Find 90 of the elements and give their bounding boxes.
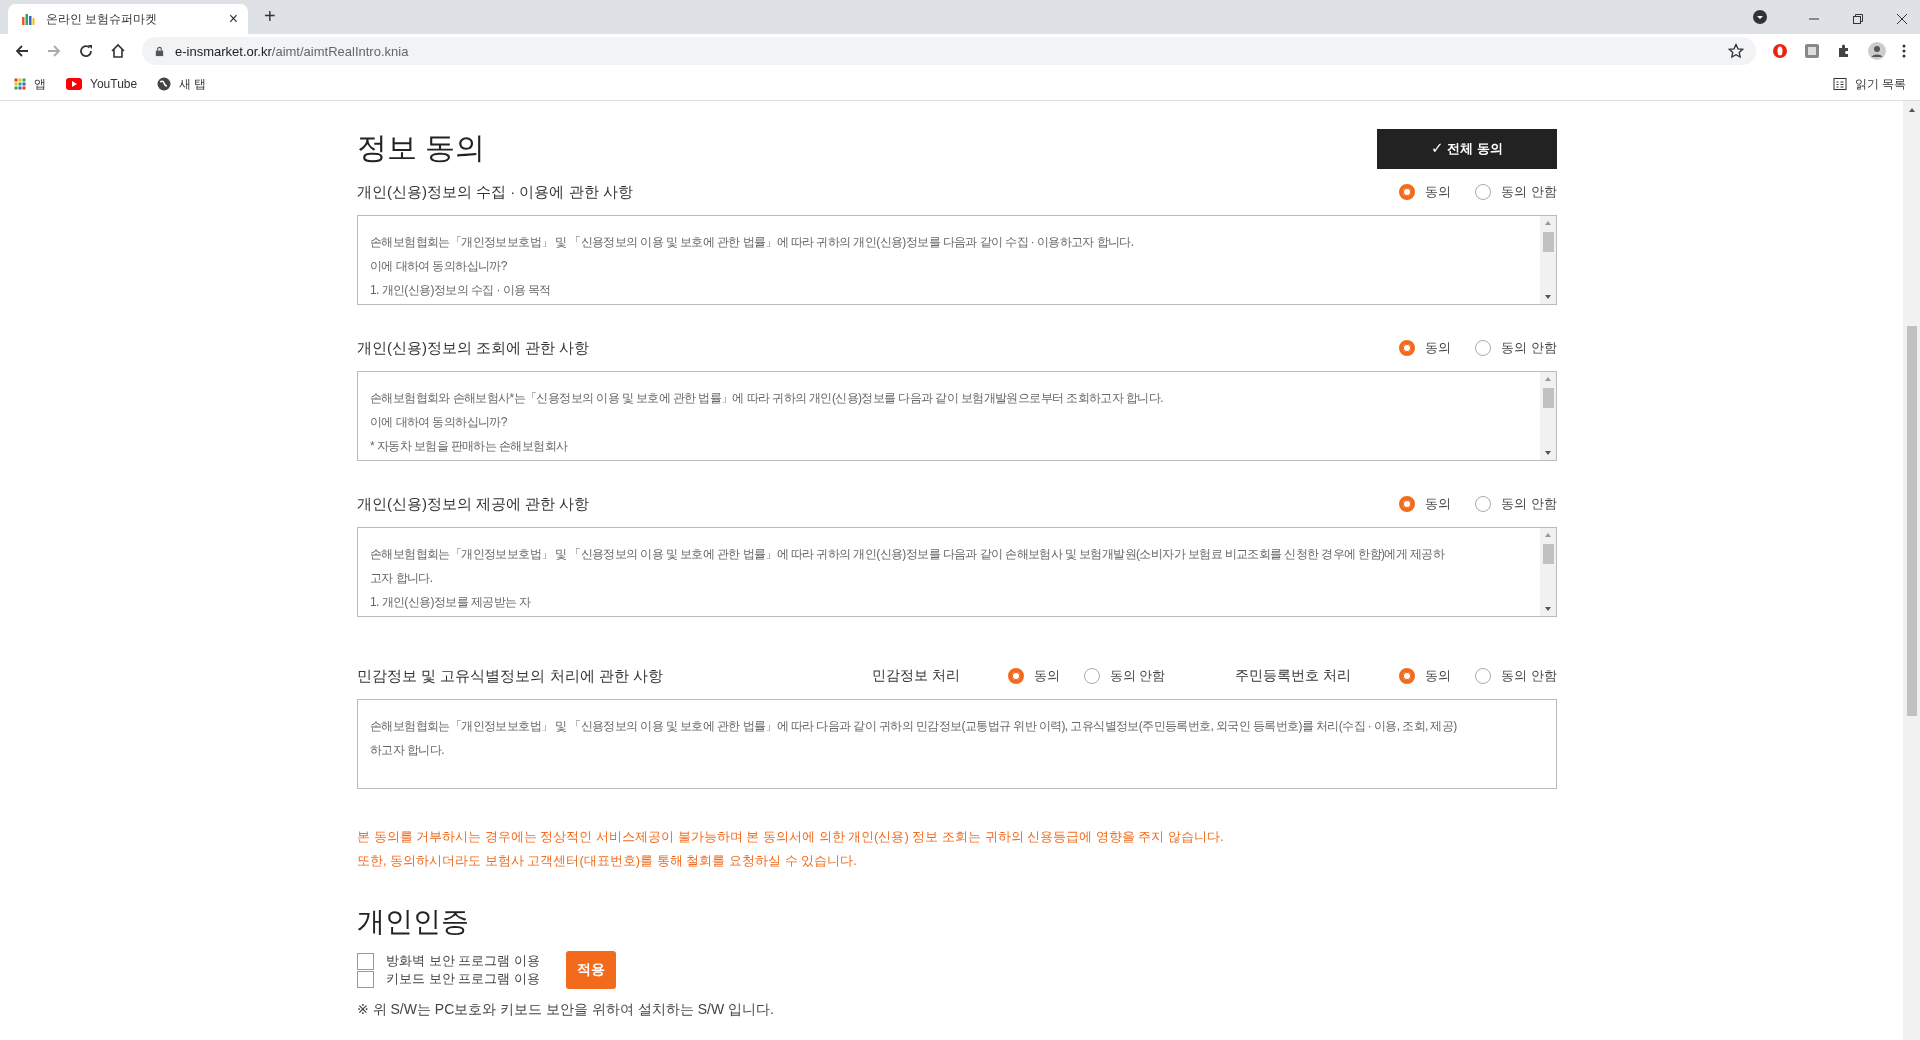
terms-text-line: 이에 대하여 동의하십니까? bbox=[370, 414, 507, 431]
radio-option[interactable]: 동의 bbox=[1399, 667, 1452, 685]
terms-text-line: 하고자 합니다. bbox=[370, 742, 444, 759]
bookmark[interactable]: YouTube bbox=[66, 77, 138, 91]
radio-unselected[interactable] bbox=[1083, 668, 1100, 684]
bookmark[interactable]: 앱 bbox=[14, 75, 46, 93]
radio-group-label: 주민등록번호 처리 bbox=[1235, 667, 1352, 685]
bars-logo-icon bbox=[20, 11, 36, 27]
close-tab-button[interactable]: × bbox=[228, 10, 238, 28]
terms-text-box[interactable]: 손해보험협회는「개인정보보호법」 및 「신용정보의 이용 및 보호에 관한 법률」에 따라 다음과 같이 귀하의 민감정보(교통법규 위반 이력), 고유식별정보(주민등록번호, 외국인 등록번호)를 처리(수집 · 이용, 조회, 제공) 하고자 합니다. bbox=[357, 699, 1557, 789]
radio-selected[interactable] bbox=[1399, 184, 1416, 200]
terms-text-line: * 자동차 보험을 판매하는 손해보험회사 bbox=[370, 438, 568, 455]
reading-list-button[interactable]: 읽기 목록 bbox=[1832, 75, 1906, 93]
terms-text-line: 손해보험협회와 손해보험사*는「신용정보의 이용 및 보호에 관한 법률」에 따라 귀하의 개인(신용)정보를 다음과 같이 보험개발원으로부터 조회하고자 합니다. bbox=[370, 390, 1163, 407]
radio-selected[interactable] bbox=[1399, 668, 1416, 684]
url-text: e-insmarket.or.kr/aimt/aimtRealIntro.knia bbox=[175, 43, 409, 59]
radio-unselected[interactable] bbox=[1475, 668, 1492, 684]
terms-text-box[interactable]: 손해보험협회는「개인정보보호법」 및 「신용정보의 이용 및 보호에 관한 법률」에 따라 귀하의 개인(신용)정보를 다음과 같이 손해보험사 및 보험개발원(소비자가 보험료 비교조회를 신청한 경우에 한함)에게 제공하 고자 합니다. 1. 개인(신용)정보를 제공받는 자 bbox=[357, 527, 1557, 617]
radio-option[interactable]: 동의 bbox=[1399, 183, 1452, 201]
tab-title: 온라인 보험슈퍼마켓 bbox=[46, 10, 159, 28]
apps-grid-icon bbox=[14, 78, 26, 90]
terms-text-line: 손해보험협회는「개인정보보호법」 및 「신용정보의 이용 및 보호에 관한 법률」에 따라 귀하의 개인(신용)정보를 다음과 같이 손해보험사 및 보험개발원(소비자가 보험료 비교조회를 신청한 경우에 한함)에게 제공하 bbox=[370, 546, 1445, 563]
note-text: ※ 위 S/W는 PC보호와 키보드 보안을 위하여 설치하는 S/W 입니다. bbox=[357, 1001, 775, 1019]
radio-group-label: 민감정보 처리 bbox=[871, 667, 960, 685]
radio-unselected[interactable] bbox=[1475, 340, 1492, 356]
terms-text-line: 고자 합니다. bbox=[370, 570, 433, 587]
globe-icon bbox=[157, 77, 172, 91]
scrollbar[interactable] bbox=[1540, 372, 1556, 460]
reload-icon[interactable] bbox=[78, 43, 94, 59]
extension-square-icon[interactable] bbox=[1804, 43, 1820, 59]
scrollbar-thumb[interactable] bbox=[1542, 232, 1554, 252]
terms-text-line: 이에 대하여 동의하십니까? bbox=[370, 258, 507, 275]
terms-text-line: 손해보험협회는「개인정보보호법」 및 「신용정보의 이용 및 보호에 관한 법률」에 따라 다음과 같이 귀하의 민감정보(교통법규 위반 이력), 고유식별정보(주민등록번호, 외국인 등록번호)를 처리(수집 · 이용, 조회, 제공) bbox=[370, 718, 1457, 735]
agree-all-button[interactable]: ✓ 전체 동의 bbox=[1377, 128, 1557, 169]
address-bar[interactable]: e-insmarket.or.kr/aimt/aimtRealIntro.knia bbox=[142, 37, 1756, 65]
terms-text-line: 1. 개인(신용)정보의 수집 · 이용 목적 bbox=[370, 282, 551, 299]
reading-list-icon bbox=[1832, 77, 1847, 91]
radio-unselected[interactable] bbox=[1475, 184, 1492, 200]
section-title: 개인인증 bbox=[357, 905, 470, 939]
warning-text: 본 동의를 거부하시는 경우에는 정상적인 서비스제공이 불가능하며 본 동의서에 의한 개인(신용) 정보 조회는 귀하의 신용등급에 영향을 주지 않습니다. bbox=[357, 828, 1225, 846]
consent-heading: 개인(신용)정보의 제공에 관한 사항 bbox=[357, 494, 590, 514]
radio-option[interactable]: 동의 안함 bbox=[1475, 339, 1557, 357]
terms-text-box[interactable]: 손해보험협회는「개인정보보호법」 및 「신용정보의 이용 및 보호에 관한 법률」에 따라 귀하의 개인(신용)정보를 다음과 같이 수집 · 이용하고자 합니다. 이에 대하여 동의하십니까? 1. 개인(신용)정보의 수집 · 이용 목적 bbox=[357, 215, 1557, 305]
home-icon[interactable] bbox=[110, 43, 126, 59]
scrollbar[interactable] bbox=[1540, 216, 1556, 304]
checkbox-option[interactable]: 방화벽 보안 프로그램 이용 bbox=[357, 952, 540, 970]
scroll-down-icon[interactable] bbox=[1544, 606, 1552, 612]
consent-heading: 민감정보 및 고유식별정보의 처리에 관한 사항 bbox=[357, 666, 663, 686]
bookmark[interactable]: 새 탭 bbox=[157, 75, 207, 93]
back-icon[interactable] bbox=[14, 43, 30, 59]
checkbox[interactable] bbox=[357, 952, 374, 970]
page-scrollbar[interactable] bbox=[1903, 101, 1920, 1040]
radio-selected[interactable] bbox=[1399, 340, 1416, 356]
radio-option[interactable]: 동의 bbox=[1399, 339, 1452, 357]
star-icon[interactable] bbox=[1728, 43, 1744, 59]
radio-option[interactable]: 동의 bbox=[1007, 667, 1060, 685]
avatar-icon[interactable] bbox=[1868, 42, 1886, 60]
consent-heading: 개인(신용)정보의 조회에 관한 사항 bbox=[357, 338, 590, 358]
scrollbar-thumb[interactable] bbox=[1906, 326, 1917, 716]
radio-option[interactable]: 동의 안함 bbox=[1475, 495, 1557, 513]
scroll-down-icon[interactable] bbox=[1544, 450, 1552, 456]
scrollbar[interactable] bbox=[1540, 528, 1556, 616]
restore-icon[interactable] bbox=[1852, 13, 1864, 25]
scroll-down-icon[interactable] bbox=[1544, 294, 1552, 300]
scroll-up-icon[interactable] bbox=[1907, 107, 1916, 113]
new-tab-button[interactable]: + bbox=[264, 5, 276, 28]
play-logo-icon bbox=[66, 78, 82, 90]
forward-icon[interactable] bbox=[46, 43, 62, 59]
terms-text-line: 1. 개인(신용)정보를 제공받는 자 bbox=[370, 594, 531, 611]
terms-text-line: 손해보험협회는「개인정보보호법」 및 「신용정보의 이용 및 보호에 관한 법률」에 따라 귀하의 개인(신용)정보를 다음과 같이 수집 · 이용하고자 합니다. bbox=[370, 234, 1134, 251]
terms-text-box[interactable]: 손해보험협회와 손해보험사*는「신용정보의 이용 및 보호에 관한 법률」에 따라 귀하의 개인(신용)정보를 다음과 같이 보험개발원으로부터 조회하고자 합니다. 이에 대하여 동의하십니까? * 자동차 보험을 판매하는 손해보험회사 bbox=[357, 371, 1557, 461]
section-title: 정보 동의 bbox=[357, 130, 486, 166]
warning-text: 또한, 동의하시더라도 보험사 고객센터(대표번호)를 통해 철회를 요청하실 수 있습니다. bbox=[357, 852, 858, 870]
radio-option[interactable]: 동의 bbox=[1399, 495, 1452, 513]
checkbox-option[interactable]: 키보드 보안 프로그램 이용 bbox=[357, 970, 540, 988]
radio-selected[interactable] bbox=[1399, 496, 1416, 512]
browser-tab[interactable]: 온라인 보험슈퍼마켓 × bbox=[8, 4, 248, 34]
profile-menu-icon[interactable] bbox=[1752, 9, 1768, 25]
scrollbar-thumb[interactable] bbox=[1542, 388, 1554, 408]
radio-unselected[interactable] bbox=[1475, 496, 1492, 512]
close-icon[interactable] bbox=[1896, 13, 1908, 25]
scrollbar-thumb[interactable] bbox=[1542, 544, 1554, 564]
radio-selected[interactable] bbox=[1007, 668, 1024, 684]
more-icon[interactable] bbox=[1902, 43, 1906, 59]
checkbox[interactable] bbox=[357, 970, 374, 988]
radio-option[interactable]: 동의 안함 bbox=[1083, 667, 1166, 685]
lock-icon bbox=[154, 45, 165, 57]
radio-option[interactable]: 동의 안함 bbox=[1475, 183, 1557, 201]
radio-option[interactable]: 동의 안함 bbox=[1475, 667, 1557, 685]
consent-heading: 개인(신용)정보의 수집 · 이용에 관한 사항 bbox=[357, 182, 633, 202]
